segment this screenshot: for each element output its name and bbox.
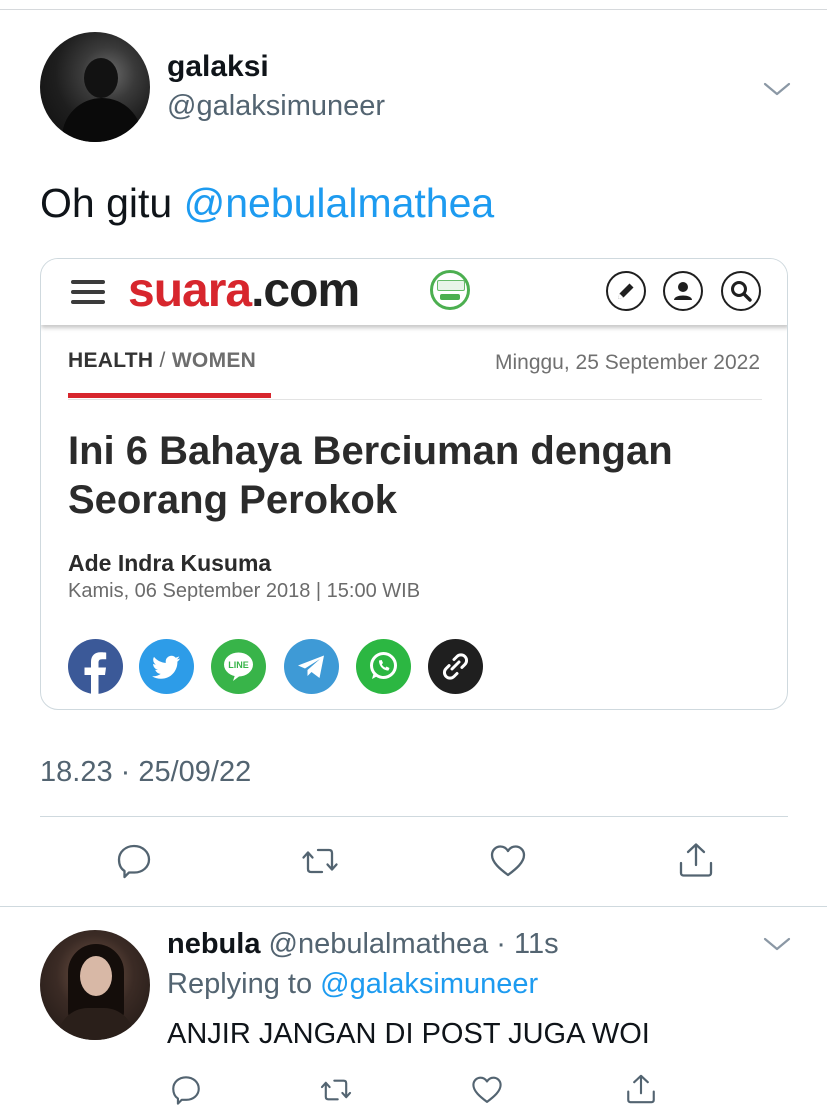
heart-icon[interactable] bbox=[488, 841, 528, 881]
mention-link[interactable]: @galaksimuneer bbox=[320, 968, 538, 1000]
search-icon bbox=[721, 271, 761, 311]
whatsapp-icon bbox=[356, 639, 411, 694]
avatar[interactable] bbox=[40, 32, 150, 142]
header-date: Minggu, 25 September 2022 bbox=[494, 351, 760, 374]
article-author: Ade Indra Kusuma bbox=[68, 550, 272, 576]
share-icon[interactable] bbox=[624, 1072, 658, 1106]
site-logo: suara.com bbox=[128, 264, 360, 317]
site-header: suara.com bbox=[41, 259, 787, 325]
telegram-icon bbox=[284, 639, 339, 694]
tweet-body: Oh gitu bbox=[40, 180, 184, 226]
tweet-text: Oh gitu @nebulalmathea bbox=[40, 180, 494, 227]
user-handle[interactable]: @galaksimuneer bbox=[167, 90, 385, 123]
display-name[interactable]: galaksi bbox=[167, 50, 269, 84]
reply-header: nebula @nebulalmathea · 11s bbox=[167, 928, 559, 961]
twitter-icon bbox=[139, 639, 194, 694]
article-headline: Ini 6 Bahaya Berciuman dengan Seorang Pe… bbox=[68, 429, 673, 522]
line-icon: LINE bbox=[211, 639, 266, 694]
top-divider bbox=[0, 9, 827, 10]
chevron-down-icon[interactable] bbox=[762, 935, 792, 953]
verified-badge-icon bbox=[430, 270, 470, 310]
svg-text:LINE: LINE bbox=[228, 660, 249, 670]
menu-icon bbox=[71, 280, 105, 304]
divider bbox=[68, 399, 762, 400]
user-icon bbox=[663, 271, 703, 311]
share-icon[interactable] bbox=[676, 840, 716, 880]
retweet-icon[interactable] bbox=[319, 1073, 353, 1107]
tweet-timestamp[interactable]: 18.23 · 25/09/22 bbox=[40, 756, 251, 789]
reply-icon[interactable] bbox=[169, 1073, 203, 1107]
category-underline bbox=[68, 393, 271, 398]
retweet-icon[interactable] bbox=[300, 841, 340, 881]
divider bbox=[0, 906, 827, 907]
divider bbox=[40, 816, 788, 817]
mention-link[interactable]: @nebulalmathea bbox=[184, 180, 495, 226]
facebook-icon bbox=[68, 639, 123, 694]
link-icon bbox=[428, 639, 483, 694]
breadcrumb: HEALTH / WOMEN bbox=[68, 349, 257, 372]
reply-icon[interactable] bbox=[114, 841, 154, 881]
tweet-text: ANJIR JANGAN DI POST JUGA WOI bbox=[167, 1018, 650, 1050]
avatar[interactable] bbox=[40, 930, 150, 1040]
pencil-icon bbox=[606, 271, 646, 311]
attached-image[interactable]: suara.com HEALTH / WOMEN Minggu, 25 Sept… bbox=[40, 258, 788, 710]
user-handle[interactable]: @nebulalmathea · 11s bbox=[269, 928, 559, 960]
article-date: Kamis, 06 September 2018 | 15:00 WIB bbox=[68, 580, 421, 602]
heart-icon[interactable] bbox=[470, 1073, 504, 1107]
display-name[interactable]: nebula bbox=[167, 928, 260, 960]
chevron-down-icon[interactable] bbox=[762, 80, 792, 98]
replying-to: Replying to @galaksimuneer bbox=[167, 968, 539, 1000]
